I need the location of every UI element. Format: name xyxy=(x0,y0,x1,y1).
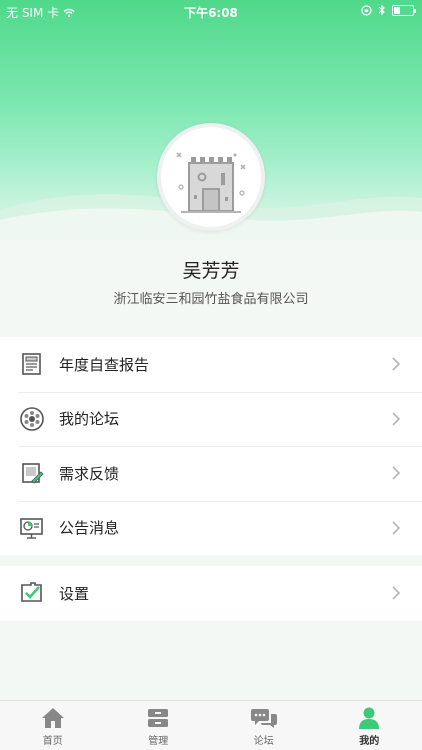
settings-menu: 设置 xyxy=(0,566,422,621)
menu-item-label: 公告消息 xyxy=(59,519,120,538)
home-icon xyxy=(41,708,64,728)
tab-forum[interactable]: 论坛 xyxy=(211,701,317,750)
menu-item-settings[interactable]: 设置 xyxy=(0,566,422,621)
menu-item-label: 需求反馈 xyxy=(59,464,120,483)
tab-label: 管理 xyxy=(148,736,169,747)
chevron-right-icon xyxy=(392,357,400,371)
chevron-right-icon xyxy=(392,521,400,535)
menu-item-label: 我的论坛 xyxy=(59,410,120,429)
menu-item-annual-report[interactable]: 年度自查报告 xyxy=(0,337,422,392)
tab-bar: 首页 管理 论坛 我的 xyxy=(0,700,422,750)
menu-item-feedback[interactable]: 需求反馈 xyxy=(0,446,422,501)
chevron-right-icon xyxy=(392,466,400,480)
lock-rotation-icon xyxy=(361,4,372,16)
chevron-right-icon xyxy=(392,412,400,426)
menu-item-label: 年度自查报告 xyxy=(59,355,150,374)
castle-icon xyxy=(176,152,246,213)
tab-mine[interactable]: 我的 xyxy=(317,701,422,750)
tab-home[interactable]: 首页 xyxy=(0,701,106,750)
profile-menu: 年度自查报告 我的论坛 需求反馈 公告消息 xyxy=(0,337,422,555)
report-icon xyxy=(19,351,45,377)
menu-item-my-forum[interactable]: 我的论坛 xyxy=(0,391,422,447)
battery-icon xyxy=(392,4,416,16)
tab-label: 首页 xyxy=(42,736,63,747)
chat-icon xyxy=(250,709,277,728)
person-icon xyxy=(359,707,380,729)
settings-icon xyxy=(19,580,45,606)
status-time: 下午6:08 xyxy=(184,6,238,20)
tab-manage[interactable]: 管理 xyxy=(106,701,212,750)
forum-icon xyxy=(19,406,45,432)
menu-item-announcements[interactable]: 公告消息 xyxy=(0,500,422,556)
announcement-icon xyxy=(19,515,45,541)
feedback-icon xyxy=(19,460,45,486)
tab-label: 论坛 xyxy=(253,736,274,747)
status-bar: 无 SIM 卡 下午6:08 xyxy=(0,0,422,22)
user-name: 吴芳芳 xyxy=(182,260,240,282)
tab-label: 我的 xyxy=(359,736,380,747)
manage-icon xyxy=(148,709,169,727)
bluetooth-icon xyxy=(378,4,385,16)
chevron-right-icon xyxy=(392,586,400,600)
menu-item-label: 设置 xyxy=(59,584,90,603)
company-name: 浙江临安三和园竹盐食品有限公司 xyxy=(113,292,309,307)
avatar[interactable] xyxy=(157,123,265,231)
